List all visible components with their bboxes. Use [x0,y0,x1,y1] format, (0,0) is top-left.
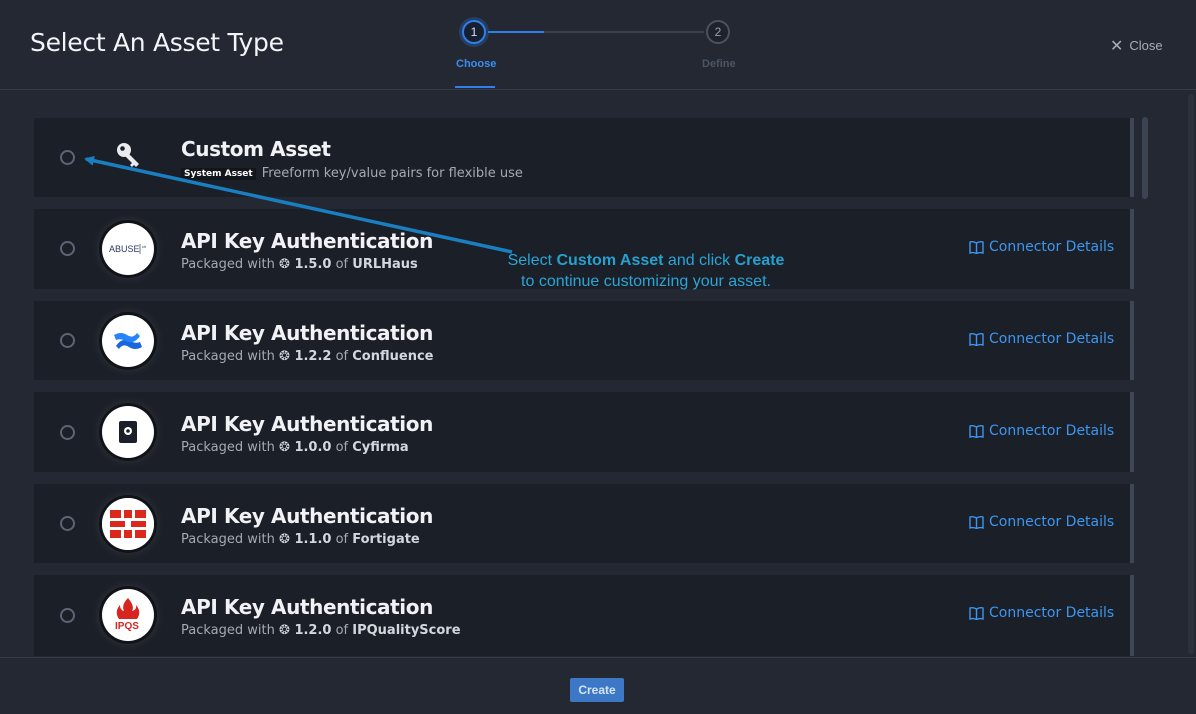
version-icon: ❂ [279,532,290,547]
asset-radio-urlhaus[interactable] [60,241,75,256]
asset-radio-ipqualityscore[interactable] [60,608,75,623]
cyfirma-logo [102,406,154,458]
version-icon: ❂ [279,623,290,638]
asset-subtitle: Packaged with ❂ 1.2.0 of IPQualityScore [181,623,461,638]
connector-name: URLHaus [352,257,418,272]
connector-details-link[interactable]: Connector Details [969,239,1114,255]
ipqs-logo: IPQS [102,589,154,641]
confluence-logo [102,315,154,367]
version-icon: ❂ [279,349,290,364]
book-icon [969,424,984,439]
modal-header: Select An Asset Type 1 2 Choose Define ✕… [0,0,1196,90]
asset-title: API Key Authentication [181,412,433,436]
asset-subtitle: Packaged with ❂ 1.2.2 of Confluence [181,349,434,364]
connector-name: Fortigate [352,532,420,547]
asset-title: Custom Asset [181,137,331,161]
connector-details-link[interactable]: Connector Details [969,605,1114,621]
page-scrollbar[interactable] [1188,94,1194,654]
close-button[interactable]: ✕ Close [1110,36,1163,56]
asset-subtitle: System Asset Freeform key/value pairs for… [181,166,523,181]
version-icon: ❂ [279,440,290,455]
asset-radio-cyfirma[interactable] [60,425,75,440]
connector-name: Cyfirma [352,440,409,455]
close-label: Close [1129,38,1163,53]
fortinet-logo [102,498,154,550]
connector-details-link[interactable]: Connector Details [969,331,1114,347]
connector-details-link[interactable]: Connector Details [969,423,1114,439]
system-asset-badge: System Asset [181,168,256,180]
list-scrollbar-thumb[interactable] [1142,117,1148,199]
asset-radio-confluence[interactable] [60,333,75,348]
step-1-indicator[interactable]: 1 [462,20,486,44]
abuse-ch-logo-suffix: ch [142,244,146,249]
annotation-callout: Select Custom Asset and click Create to … [507,252,785,290]
asset-type-list[interactable]: Custom Asset System Asset Freeform key/va… [0,90,1196,656]
abuse-ch-logo: ABUSE ch [102,223,154,275]
asset-title: API Key Authentication [181,504,433,528]
stepper-progress-line [488,31,704,33]
step-2-label[interactable]: Define [702,58,736,70]
version-icon: ❂ [279,257,290,272]
asset-title: API Key Authentication [181,595,433,619]
book-icon [969,515,984,530]
connector-name: Confluence [352,349,434,364]
asset-card-fortigate[interactable]: API Key Authentication Packaged with ❂ 1… [34,484,1134,563]
book-icon [969,240,984,255]
key-icon [114,140,144,175]
asset-subtitle: Packaged with ❂ 1.0.0 of Cyfirma [181,440,409,455]
book-icon [969,332,984,347]
connector-name: IPQualityScore [352,623,461,638]
active-step-underline [455,86,495,88]
asset-description: Freeform key/value pairs for flexible us… [261,166,523,181]
create-button[interactable]: Create [570,678,624,702]
ipqs-logo-text: IPQS [115,621,139,632]
book-icon [969,606,984,621]
asset-radio-fortigate[interactable] [60,516,75,531]
asset-card-confluence[interactable]: API Key Authentication Packaged with ❂ 1… [34,301,1134,380]
close-icon: ✕ [1110,38,1124,55]
asset-card-cyfirma[interactable]: API Key Authentication Packaged with ❂ 1… [34,392,1134,472]
asset-subtitle: Packaged with ❂ 1.1.0 of Fortigate [181,532,420,547]
step-1-label[interactable]: Choose [456,58,496,70]
abuse-ch-logo-text: ABUSE [109,244,140,254]
asset-title: API Key Authentication [181,321,433,345]
asset-radio-custom[interactable] [60,150,75,165]
asset-card-ipqualityscore[interactable]: IPQS API Key Authentication Packaged wit… [34,575,1134,656]
asset-subtitle: Packaged with ❂ 1.5.0 of URLHaus [181,257,418,272]
asset-title: API Key Authentication [181,229,433,253]
modal-title: Select An Asset Type [30,28,284,57]
asset-card-custom[interactable]: Custom Asset System Asset Freeform key/va… [34,118,1134,197]
connector-details-link[interactable]: Connector Details [969,514,1114,530]
step-2-indicator[interactable]: 2 [706,20,730,44]
modal-footer: Create [0,657,1196,714]
